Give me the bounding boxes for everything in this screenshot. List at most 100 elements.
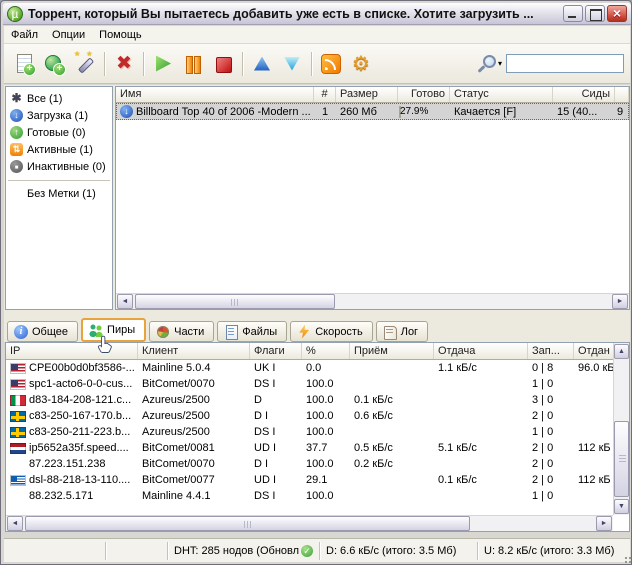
- scroll-right-icon[interactable]: ►: [596, 516, 612, 531]
- sidebar-item-completed[interactable]: Готовые (0): [6, 124, 112, 141]
- menu-item-2[interactable]: Помощь: [92, 27, 149, 43]
- peer-up-speed: 1.1 кБ/с: [434, 360, 528, 376]
- peer-row[interactable]: 88.232.5.171Mainline 4.4.1DS I100.01 | 0: [6, 488, 629, 504]
- search-icon[interactable]: [476, 54, 496, 74]
- peer-percent: 100.0: [302, 424, 350, 440]
- stop-icon: [212, 53, 234, 75]
- peers-column-header[interactable]: %: [302, 343, 350, 359]
- tab-pieces[interactable]: Части: [149, 321, 214, 342]
- peer-row[interactable]: spc1-acto6-0-0-cus...BitComet/0070DS I10…: [6, 376, 629, 392]
- menu-item-1[interactable]: Опции: [45, 27, 92, 43]
- start-torrent-button[interactable]: [148, 50, 178, 78]
- peer-percent: 0.0: [302, 360, 350, 376]
- up-icon: [251, 53, 273, 75]
- sidebar-item-all[interactable]: Все (1): [6, 90, 112, 107]
- peers-vscrollbar[interactable]: ▲ ▼: [613, 343, 629, 515]
- scroll-up-icon[interactable]: ▲: [614, 344, 629, 359]
- remove-torrent-button[interactable]: [109, 50, 139, 78]
- sidebar-item-downloading[interactable]: Загрузка (1): [6, 107, 112, 124]
- vscroll-thumb[interactable]: [614, 421, 629, 497]
- peer-row[interactable]: dsl-88-218-13-110....BitComet/0077UD I29…: [6, 472, 629, 488]
- tab-label: Файлы: [242, 326, 277, 338]
- torrent-column-header[interactable]: #: [314, 87, 336, 102]
- hscroll-thumb[interactable]: [25, 516, 470, 531]
- peer-ip: CPE00b0d0bf3586-...: [29, 360, 135, 376]
- torrent-list-header: Имя#РазмерГотовоСтатусСиды: [116, 87, 629, 103]
- peer-row[interactable]: c83-250-211-223.b...Azureus/2500DS I100.…: [6, 424, 629, 440]
- peer-percent: 100.0: [302, 392, 350, 408]
- scroll-left-icon[interactable]: ◄: [117, 294, 133, 309]
- torrent-column-header[interactable]: Готово: [398, 87, 450, 102]
- sidebar-item-label: Активные (1): [27, 144, 93, 156]
- peer-flags: DS I: [250, 488, 302, 504]
- peer-flags: DS I: [250, 376, 302, 392]
- peers-column-header[interactable]: Отдача: [434, 343, 528, 359]
- down-icon: [281, 53, 303, 75]
- torrent-column-header[interactable]: Размер: [336, 87, 398, 102]
- add-torrent-button[interactable]: [10, 50, 40, 78]
- peer-client: BitComet/0077: [138, 472, 250, 488]
- torrent-list-hscrollbar[interactable]: ◄ ►: [116, 293, 629, 309]
- resize-grip[interactable]: [625, 557, 627, 559]
- peers-column-header[interactable]: Зап...: [528, 343, 574, 359]
- sidebar-item-no-label[interactable]: Без Метки (1): [6, 186, 112, 203]
- wand-icon: [74, 53, 96, 75]
- tab-files[interactable]: Файлы: [217, 321, 287, 342]
- hscroll-thumb[interactable]: [135, 294, 335, 309]
- scroll-left-icon[interactable]: ◄: [7, 516, 23, 531]
- title-bar[interactable]: Торрент, который Вы пытаетесь добавить у…: [3, 3, 631, 25]
- close-button[interactable]: [607, 5, 627, 22]
- red-x-icon: [113, 53, 135, 75]
- peers-hscrollbar[interactable]: ◄ ►: [6, 515, 613, 531]
- sidebar-item-inactive[interactable]: Инактивные (0): [6, 158, 112, 175]
- peer-row[interactable]: ip5652a35f.speed....BitComet/0081UD I37.…: [6, 440, 629, 456]
- progress-bar: 27.9%: [399, 106, 401, 118]
- create-torrent-button[interactable]: [70, 50, 100, 78]
- peer-requests: 2 | 0: [528, 408, 574, 424]
- sidebar-item-active[interactable]: Активные (1): [6, 141, 112, 158]
- maximize-button[interactable]: [585, 5, 605, 22]
- globe-plus-icon: [44, 53, 66, 75]
- search-dropdown-icon[interactable]: [498, 59, 502, 68]
- torrent-name: Billboard Top 40 of 2006 -Modern ...: [136, 106, 310, 118]
- torrent-column-header[interactable]: Сиды: [553, 87, 615, 102]
- search-input[interactable]: [506, 54, 624, 73]
- peers-column-header[interactable]: IP: [6, 343, 138, 359]
- torrent-status-icon: [120, 105, 133, 118]
- peer-up-speed: 0.1 кБ/с: [434, 472, 528, 488]
- peer-client: Azureus/2500: [138, 424, 250, 440]
- torrent-row[interactable]: Billboard Top 40 of 2006 -Modern ... 1 2…: [116, 103, 629, 120]
- torrent-column-header[interactable]: Имя: [116, 87, 314, 102]
- info-icon: [14, 325, 28, 339]
- status-panel-empty-1: [4, 542, 106, 560]
- peer-row[interactable]: d83-184-208-121.c...Azureus/2500D100.00.…: [6, 392, 629, 408]
- peer-row[interactable]: CPE00b0d0bf3586-...Mainline 5.0.4UK I0.0…: [6, 360, 629, 376]
- scroll-right-icon[interactable]: ►: [612, 294, 628, 309]
- country-flag-icon: [10, 427, 26, 438]
- tab-log[interactable]: Лог: [376, 321, 428, 342]
- peers-column-header[interactable]: Клиент: [138, 343, 250, 359]
- peer-client: BitComet/0070: [138, 456, 250, 472]
- peer-flags: D: [250, 392, 302, 408]
- scroll-down-icon[interactable]: ▼: [614, 499, 629, 514]
- peers-column-header[interactable]: Приём: [350, 343, 434, 359]
- torrent-column-header[interactable]: Статус: [450, 87, 553, 102]
- torrent-column-header[interactable]: [615, 87, 629, 102]
- peer-row[interactable]: 87.223.151.238BitComet/0070D I100.00.2 к…: [6, 456, 629, 472]
- pause-torrent-button[interactable]: [178, 50, 208, 78]
- peers-column-header[interactable]: Флаги: [250, 343, 302, 359]
- add-from-url-button[interactable]: [40, 50, 70, 78]
- rss-downloader-button[interactable]: [316, 50, 346, 78]
- tab-label: Лог: [401, 326, 418, 338]
- stop-torrent-button[interactable]: [208, 50, 238, 78]
- queue-down-button[interactable]: [277, 50, 307, 78]
- peer-down-speed: 0.6 кБ/с: [350, 408, 434, 424]
- peer-row[interactable]: c83-250-167-170.b...Azureus/2500D I100.0…: [6, 408, 629, 424]
- tab-speed[interactable]: Скорость: [290, 321, 373, 342]
- tab-info[interactable]: Общее: [7, 321, 78, 342]
- minimize-button[interactable]: [563, 5, 583, 22]
- peer-ip: ip5652a35f.speed....: [29, 440, 129, 456]
- menu-item-0[interactable]: Файл: [4, 27, 45, 43]
- preferences-button[interactable]: [346, 50, 376, 78]
- queue-up-button[interactable]: [247, 50, 277, 78]
